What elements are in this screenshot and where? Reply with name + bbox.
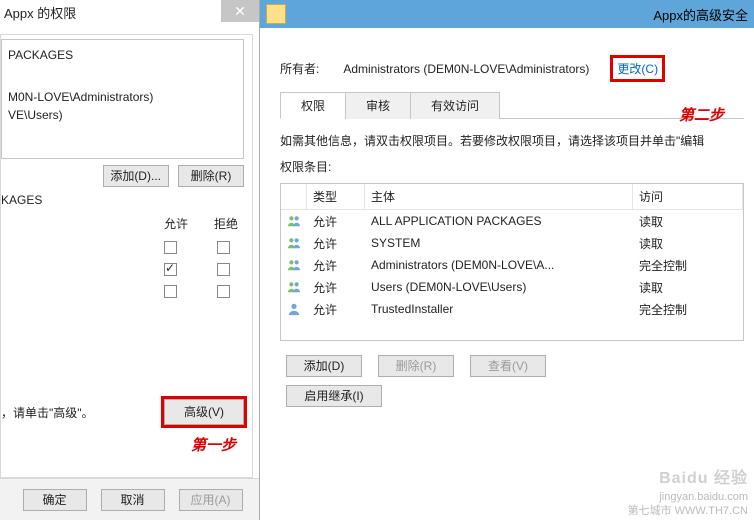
change-owner-link[interactable]: 更改(C): [613, 58, 662, 79]
entry-type: 允许: [307, 213, 365, 230]
list-button-row: 添加(D)... 删除(R): [1, 165, 244, 187]
left-client-area: PACKAGES M0N-LOVE\Administrators) VE\Use…: [0, 34, 253, 478]
cancel-button[interactable]: 取消: [101, 489, 165, 511]
principal-icon: [281, 235, 307, 251]
entry-row[interactable]: 允许SYSTEM读取: [281, 232, 743, 254]
entry-access: 读取: [633, 279, 743, 296]
enable-inheritance-button[interactable]: 启用继承(I): [286, 385, 382, 407]
step1-annotation: 第一步: [191, 434, 236, 455]
entry-row[interactable]: 允许TrustedInstaller完全控制: [281, 298, 743, 320]
owner-label: 所有者:: [280, 60, 319, 77]
entry-principal: TrustedInstaller: [365, 302, 633, 316]
col-deny: 拒绝: [214, 215, 238, 232]
right-body: 所有者: Administrators (DEM0N-LOVE\Administ…: [260, 28, 754, 417]
advanced-row: ，请单击"高级"。 高级(V): [1, 399, 244, 425]
perm-row: [1, 280, 244, 302]
ok-button[interactable]: 确定: [23, 489, 87, 511]
list-item[interactable]: PACKAGES: [8, 46, 239, 64]
principal-icon: [281, 257, 307, 273]
add-button[interactable]: 添加(D)...: [103, 165, 169, 187]
tab-permissions[interactable]: 权限: [280, 92, 346, 119]
col-access[interactable]: 访问: [633, 184, 743, 209]
right-window-title: Appx的高级安全: [294, 5, 754, 24]
entry-row[interactable]: 允许Administrators (DEM0N-LOVE\A...完全控制: [281, 254, 743, 276]
deny-checkbox[interactable]: [217, 241, 230, 254]
group-user-list[interactable]: PACKAGES M0N-LOVE\Administrators) VE\Use…: [1, 39, 244, 159]
entry-access: 读取: [633, 213, 743, 230]
left-window-title: Appx 的权限: [4, 6, 76, 21]
entry-type: 允许: [307, 279, 365, 296]
left-titlebar: Appx 的权限 ✕: [0, 0, 259, 28]
remove-entry-button[interactable]: 删除(R): [378, 355, 454, 377]
list-item[interactable]: VE\Users): [8, 106, 239, 124]
permissions-for-label: KAGES: [1, 193, 244, 207]
watermark-url: jingyan.baidu.com: [628, 490, 748, 504]
entry-access: 完全控制: [633, 257, 743, 274]
view-entry-button[interactable]: 查看(V): [470, 355, 546, 377]
col-principal[interactable]: 主体: [365, 184, 633, 209]
tab-effective-access[interactable]: 有效访问: [410, 92, 500, 119]
deny-checkbox[interactable]: [217, 263, 230, 276]
entry-principal: Users (DEM0N-LOVE\Users): [365, 280, 633, 294]
principal-icon: [281, 301, 307, 317]
entry-type: 允许: [307, 235, 365, 252]
owner-value: Administrators (DEM0N-LOVE\Administrator…: [343, 62, 589, 76]
watermark-src: 第七城市 WWW.TH7.CN: [628, 504, 748, 518]
watermark: jingyan.baidu.com 第七城市 WWW.TH7.CN: [628, 490, 748, 518]
entries-body: 允许ALL APPLICATION PACKAGES读取允许SYSTEM读取允许…: [281, 210, 743, 320]
list-item[interactable]: M0N-LOVE\Administrators): [8, 88, 239, 106]
advanced-button[interactable]: 高级(V): [164, 399, 244, 425]
remove-button[interactable]: 删除(R): [178, 165, 244, 187]
watermark-brand: Baidu 经验: [659, 464, 748, 488]
entry-row[interactable]: 允许Users (DEM0N-LOVE\Users)读取: [281, 276, 743, 298]
entries-label: 权限条目:: [280, 157, 744, 177]
apply-button[interactable]: 应用(A): [179, 489, 243, 511]
entry-access: 完全控制: [633, 301, 743, 318]
properties-dialog: Appx 的权限 ✕ PACKAGES M0N-LOVE\Administrat…: [0, 0, 260, 520]
col-allow: 允许: [164, 215, 188, 232]
folder-icon: [266, 4, 286, 24]
principal-icon: [281, 213, 307, 229]
entry-principal: SYSTEM: [365, 236, 633, 250]
allow-checkbox[interactable]: [164, 285, 177, 298]
perm-row: [1, 258, 244, 280]
perm-row: [1, 236, 244, 258]
col-type[interactable]: 类型: [307, 184, 365, 209]
entry-principal: ALL APPLICATION PACKAGES: [365, 214, 633, 228]
col-icon: [281, 184, 307, 209]
entry-access: 读取: [633, 235, 743, 252]
advanced-hint: ，请单击"高级"。: [1, 404, 94, 421]
advanced-security-window: Appx的高级安全 所有者: Administrators (DEM0N-LOV…: [260, 0, 754, 520]
entry-principal: Administrators (DEM0N-LOVE\A...: [365, 258, 633, 272]
dialog-footer: 确定 取消 应用(A): [0, 478, 259, 520]
entries-button-row: 添加(D) 删除(R) 查看(V): [280, 355, 744, 377]
permission-entries: 类型 主体 访问 允许ALL APPLICATION PACKAGES读取允许S…: [280, 183, 744, 341]
permission-header: 允许 拒绝: [1, 215, 244, 232]
tab-auditing[interactable]: 审核: [345, 92, 411, 119]
entry-row[interactable]: 允许ALL APPLICATION PACKAGES读取: [281, 210, 743, 232]
owner-row: 所有者: Administrators (DEM0N-LOVE\Administ…: [280, 58, 744, 79]
instruction-text: 如需其他信息，请双击权限项目。若要修改权限项目，请选择该项目并单击"编辑: [280, 131, 744, 151]
entry-type: 允许: [307, 257, 365, 274]
inherit-row: 启用继承(I): [280, 385, 744, 407]
permission-checkgrid: [1, 236, 244, 302]
step2-annotation: 第二步: [679, 104, 724, 125]
tabstrip: 权限 审核 有效访问: [280, 91, 744, 119]
allow-checkbox[interactable]: [164, 263, 177, 276]
entry-type: 允许: [307, 301, 365, 318]
add-entry-button[interactable]: 添加(D): [286, 355, 362, 377]
entries-header: 类型 主体 访问: [281, 184, 743, 210]
close-icon[interactable]: ✕: [221, 0, 259, 22]
right-titlebar: Appx的高级安全: [260, 0, 754, 28]
deny-checkbox[interactable]: [217, 285, 230, 298]
principal-icon: [281, 279, 307, 295]
allow-checkbox[interactable]: [164, 241, 177, 254]
